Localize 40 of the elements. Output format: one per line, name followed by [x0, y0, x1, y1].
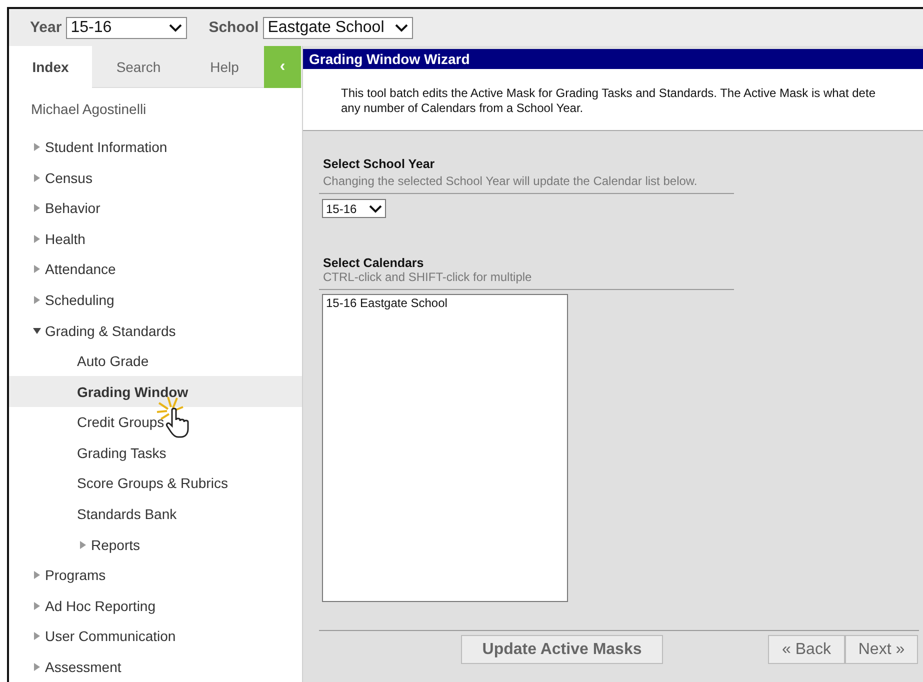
- panel-description: This tool batch edits the Active Mask for Grading Tasks and Standards. The Active Mask is what dete any number of Calendars from a School Year.: [303, 69, 923, 131]
- tree-item[interactable]: Scheduling: [9, 284, 302, 316]
- update-active-masks-button[interactable]: Update Active Masks: [461, 635, 663, 664]
- next-button[interactable]: Next »: [845, 635, 918, 664]
- back-button[interactable]: « Back: [768, 635, 845, 664]
- school-label: School: [208, 19, 259, 36]
- calendars-hint: CTRL-click and SHIFT-click for multiple: [322, 270, 533, 284]
- chevron-icon: [168, 24, 182, 32]
- tree-item[interactable]: Census: [9, 162, 302, 194]
- calendar-list[interactable]: 15-16 Eastgate School: [322, 294, 568, 602]
- user-name: Michael Agostinelli: [30, 100, 148, 120]
- year-label: Year: [30, 19, 62, 36]
- school-year-hint: Changing the selected School Year will update the Calendar list below.: [322, 174, 698, 188]
- chevron-icon: [369, 204, 382, 212]
- tree-item[interactable]: Auto Grade: [9, 346, 302, 376]
- year-dropdown[interactable]: 15-16: [66, 16, 187, 38]
- tree-item[interactable]: Credit Groups: [9, 407, 302, 438]
- calendars-heading: Select Calendars: [322, 256, 425, 270]
- tree-item[interactable]: Grading & Standards: [9, 315, 302, 346]
- school-dropdown[interactable]: Eastgate School: [262, 16, 413, 38]
- tree-item[interactable]: Grading Window: [9, 376, 302, 408]
- tree-item[interactable]: Ad Hoc Reporting: [9, 590, 302, 621]
- nav-tab[interactable]: Search: [92, 46, 185, 88]
- tree-item[interactable]: Score Groups & Rubrics: [9, 468, 302, 499]
- tree-item[interactable]: Reports: [9, 529, 302, 560]
- tree-item[interactable]: Programs: [9, 560, 302, 590]
- tree-item[interactable]: Behavior: [9, 193, 302, 224]
- tree-item[interactable]: Standards Bank: [9, 498, 302, 530]
- school-year-dropdown[interactable]: 15-16: [322, 199, 386, 218]
- chevron-icon: [394, 24, 408, 32]
- tree-item[interactable]: Grading Tasks: [9, 438, 302, 468]
- tree-item[interactable]: Health: [9, 224, 302, 254]
- tree-item[interactable]: Attendance: [9, 254, 302, 285]
- calendar-option[interactable]: 15-16 Eastgate School: [326, 296, 564, 310]
- tree-item[interactable]: Assessment: [9, 652, 302, 682]
- school-year-heading: Select School Year: [322, 157, 436, 171]
- tree-item[interactable]: Student Information: [9, 132, 302, 163]
- tree-item[interactable]: User Communication: [9, 620, 302, 652]
- panel-title: Grading Window Wizard: [303, 49, 923, 69]
- nav-tab[interactable]: Help: [185, 46, 264, 88]
